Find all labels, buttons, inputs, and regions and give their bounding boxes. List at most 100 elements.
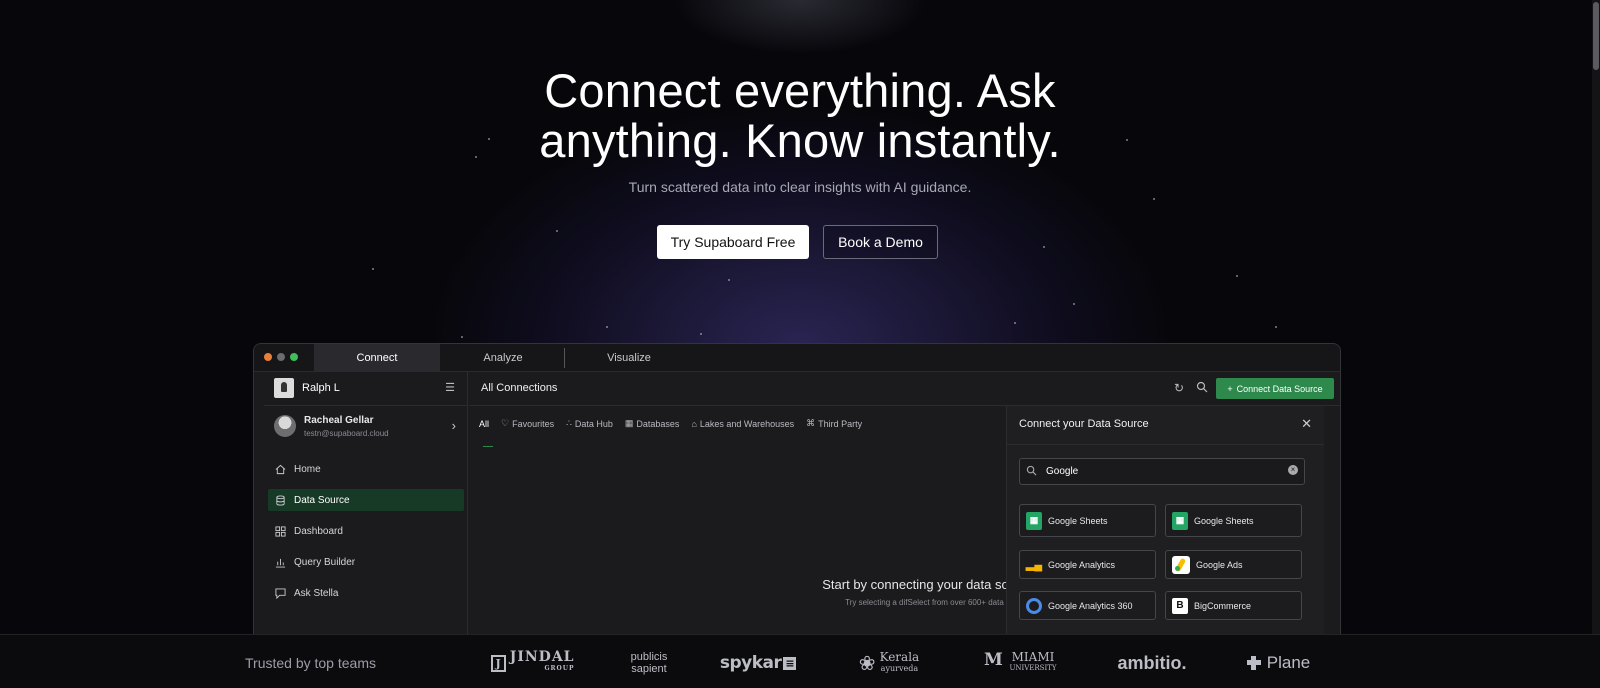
heart-icon: ♡ [501,418,510,428]
clear-search-icon[interactable]: × [1288,465,1298,475]
ambitio-logo: ambitio. [1114,647,1190,679]
source-card-label: Google Analytics [1048,559,1116,570]
google-sheets-logo-icon: ▦ [1026,511,1042,530]
window-titlebar: Connect Analyze Visualize [254,344,1340,372]
lotus-icon: ❀ [858,651,876,675]
filter-third-party[interactable]: ⌘ Third Party [806,418,862,429]
data-hub-icon: ∴ [566,418,572,428]
sidebar-item-label: Data Source [294,494,350,506]
plane-mark-icon [1246,656,1261,670]
google-sheets-logo-icon: ▦ [1172,511,1188,530]
chevron-right-icon: › [451,418,456,433]
plane-wordmark: Plane [1266,653,1311,672]
source-card-label: BigCommerce [1194,600,1252,611]
plane-logo: Plane [1245,647,1311,679]
database-icon [274,494,286,506]
search-input[interactable]: Google × [1019,458,1305,485]
avatar [274,415,296,437]
sidebar-divider [264,405,468,406]
landing-page: Connect everything. Ask anything. Know i… [0,0,1600,688]
spykar-logo: spykar ≡ [719,647,797,679]
spykar-mark-icon: ≡ [783,656,797,670]
plus-icon: + [1227,383,1233,394]
filter-favourites[interactable]: ♡ Favourites [501,418,554,429]
publicis-wordmark: publicis [630,651,668,663]
close-dot-icon[interactable] [264,353,272,361]
maximize-dot-icon[interactable] [290,353,298,361]
scrollbar-thumb[interactable] [1593,2,1599,70]
home-icon [274,463,286,475]
chat-icon [274,587,286,599]
hero-title-line-1: Connect everything. Ask [544,64,1056,117]
collapse-sidebar-icon[interactable]: ☰ [445,381,455,394]
filter-databases[interactable]: ▦ Databases [625,418,680,429]
source-card-google-sheets[interactable]: ▦ Google Sheets [1019,504,1156,537]
source-card-bigcommerce[interactable]: B BigCommerce [1165,591,1302,620]
profile-card[interactable]: Racheal Gellar testn@supaboard.cloud › [274,412,462,444]
search-icon [1026,465,1037,479]
connect-data-source-button[interactable]: + Connect Data Source [1216,378,1334,399]
kerala-wordmark: Kerala [879,650,920,664]
page-scrollbar[interactable] [1592,0,1600,634]
sidebar-item-dashboard[interactable]: Dashboard [268,520,464,542]
sidebar-nav: Home Data Source Dashboard Query Builder… [268,458,464,613]
panel-title: Connect your Data Source [1019,418,1149,430]
filter-label: Lakes and Warehouses [699,418,795,429]
sidebar: Ralph L ☰ Racheal Gellar testn@supaboard… [264,372,468,637]
filter-label: Third Party [818,418,863,429]
jindal-wordmark: JINDAL [509,649,575,665]
filter-tabs: All ♡ Favourites ∴ Data Hub ▦ Databases ⌂ La… [479,418,862,429]
app-preview-window: Connect Analyze Visualize Ralph L ☰ Rach… [253,343,1341,638]
miami-university-logo: M MIAMI UNIVERSITY [984,647,1062,679]
hero-subtitle: Turn scattered data into clear insights … [628,179,972,195]
filter-label: Databases [636,418,680,429]
workspace-avatar [274,378,294,398]
tab-visualize[interactable]: Visualize [566,344,692,372]
publicis-sapient-logo: publicis sapient [624,647,674,679]
source-card-label: Google Sheets [1048,515,1108,526]
close-icon[interactable]: ✕ [1301,416,1312,432]
jindal-logo: J JINDAL GROUP [491,647,574,679]
third-party-icon: ⌘ [806,418,816,428]
trusted-by-bar: Trusted by top teams J JINDAL GROUP publ… [0,634,1600,688]
source-card-label: Google Sheets [1194,515,1254,526]
sidebar-item-home[interactable]: Home [268,458,464,480]
kerala-ayurveda-logo: ❀ Kerala ayurveda [848,647,930,679]
filter-lakes-warehouses[interactable]: ⌂ Lakes and Warehouses [691,418,794,429]
source-card-google-sheets-2[interactable]: ▦ Google Sheets [1165,504,1302,537]
main-content: All Connections ↻ + Connect Data Source … [469,372,1340,637]
query-builder-icon [274,556,286,568]
sidebar-item-label: Query Builder [294,556,356,568]
filter-label: Favourites [512,418,555,429]
tab-connect[interactable]: Connect [314,344,440,372]
try-free-button[interactable]: Try Supaboard Free [657,225,809,259]
sidebar-item-data-source[interactable]: Data Source [268,489,464,511]
empty-state-title: Start by connecting your data source [822,577,1034,592]
minimize-dot-icon[interactable] [277,353,285,361]
source-card-google-analytics-360[interactable]: Google Analytics 360 [1019,591,1156,620]
workspace-switcher[interactable]: Ralph L [274,378,340,398]
connect-data-source-panel: Connect your Data Source ✕ Google × ▦ Go… [1006,406,1324,637]
filter-all[interactable]: All [479,418,489,429]
workspace-user-name: Ralph L [302,382,340,394]
source-card-google-ads[interactable]: Google Ads [1165,550,1302,579]
jindal-mark-icon: J [491,654,506,672]
source-card-google-analytics[interactable]: ▂▄ Google Analytics [1019,550,1156,579]
source-card-label: Google Analytics 360 [1048,600,1133,611]
refresh-icon[interactable]: ↻ [1174,381,1184,395]
tab-analyze[interactable]: Analyze [440,344,566,372]
connect-data-source-label: Connect Data Source [1236,383,1323,394]
search-value: Google [1046,466,1079,477]
sidebar-item-label: Dashboard [294,525,343,537]
tab-divider [564,348,565,368]
sidebar-item-query-builder[interactable]: Query Builder [268,551,464,573]
search-icon[interactable] [1196,381,1208,396]
sidebar-item-label: Ask Stella [294,587,339,599]
warehouse-icon: ⌂ [691,418,697,429]
filter-label: All [479,418,490,429]
filter-data-hub[interactable]: ∴ Data Hub [566,418,613,429]
google-analytics-360-logo-icon [1026,597,1042,614]
sidebar-item-ask-stella[interactable]: Ask Stella [268,582,464,604]
spykar-wordmark: spykar [719,653,782,673]
book-demo-button[interactable]: Book a Demo [823,225,938,259]
